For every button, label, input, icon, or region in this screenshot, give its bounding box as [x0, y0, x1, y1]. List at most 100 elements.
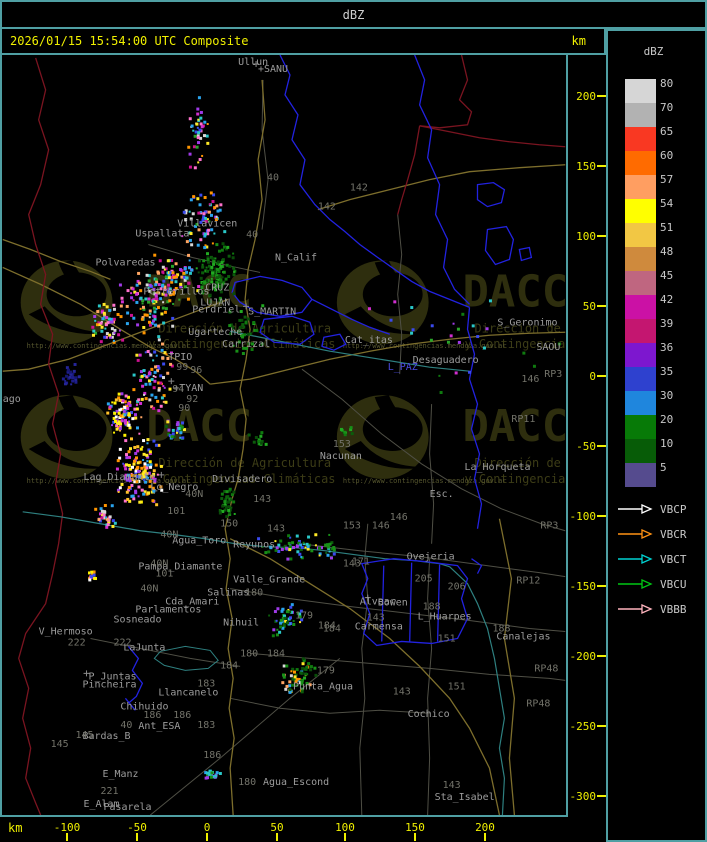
river-blue — [415, 55, 470, 304]
place-label: Reyunos — [233, 540, 275, 551]
place-label: Ant_ESA — [138, 721, 180, 732]
dbz-swatch — [625, 247, 656, 271]
place-label: E_Manz — [102, 769, 138, 780]
vector-label: VBCR — [660, 528, 687, 541]
road-number-label: 143 — [443, 780, 461, 791]
road-minor — [428, 559, 432, 815]
road-number-label: 153 — [343, 521, 361, 532]
y-tick-mark — [597, 515, 606, 517]
road-number-label: RP3 — [544, 369, 562, 380]
road-number-label: 221 — [100, 786, 118, 797]
road-number-label: 40N — [140, 584, 158, 595]
watermark-line1: Dirección de Agricultura — [158, 456, 331, 470]
province-border — [420, 126, 566, 147]
dbz-value-label: 45 — [660, 269, 673, 282]
road-number-label: 146 — [521, 374, 539, 385]
road-number-label: 143 — [253, 494, 271, 505]
dbz-swatch — [625, 175, 656, 199]
vector-arrowhead-icon — [642, 530, 651, 538]
y-tick-label: 50 — [583, 300, 596, 313]
radar-vector-row: VBBB — [618, 603, 687, 616]
province-border — [398, 126, 420, 215]
place-label: L_Huarpes — [418, 612, 472, 623]
dbz-swatch — [625, 391, 656, 415]
place-label: Ovejeria — [407, 552, 455, 563]
place-label: Potrerillos — [143, 286, 209, 297]
radar-app-window: dBZ 2026/01/15 15:54:00 UTC Composite km… — [0, 0, 707, 842]
place-label: Sta_Isabel — [435, 792, 495, 803]
road-minor — [230, 698, 429, 713]
vector-arrowhead-icon — [642, 505, 651, 513]
y-axis-unit-label: km — [572, 34, 586, 48]
road-number-label: 146 — [390, 512, 408, 523]
place-label: Divisadero — [212, 474, 272, 485]
place-label: S_MARTIN — [248, 306, 296, 317]
dbz-swatch — [625, 271, 656, 295]
y-tick-mark — [597, 95, 606, 97]
road-number-label: 101 — [167, 506, 185, 517]
y-tick-mark — [597, 375, 606, 377]
x-axis: km -100-50050100150200 — [0, 817, 606, 842]
x-tick-mark — [344, 833, 346, 841]
road-number-label: 146 — [372, 521, 390, 532]
road-number-label: RP3 — [540, 521, 558, 532]
vector-legend: VBCPVBCRVBCTVBCUVBBB — [612, 497, 707, 637]
road-number-label: RP48 — [526, 698, 550, 709]
road-number-label: 40 — [246, 230, 258, 241]
place-label: Desaguadero — [413, 355, 479, 366]
place-label: Cochico — [408, 709, 450, 720]
place-label: S_Geronimo — [497, 317, 557, 328]
timestamp-label: 2026/01/15 15:54:00 UTC Composite — [10, 34, 248, 48]
road-number-label: RP12 — [516, 576, 540, 587]
dbz-swatch — [625, 127, 656, 151]
road-number-label: 180 — [238, 777, 256, 788]
y-tick-mark — [597, 235, 606, 237]
y-tick-mark — [597, 585, 606, 587]
y-tick-mark — [597, 445, 606, 447]
road-number-label: 142 — [350, 183, 368, 194]
echo-cluster — [62, 363, 81, 385]
dbz-value-label: 39 — [660, 317, 673, 330]
place-label: Lag_Diamante — [84, 472, 156, 483]
place-label: Ugarteche — [188, 327, 242, 338]
dbz-swatch — [625, 367, 656, 391]
echo-cluster — [94, 504, 117, 529]
place-label: +SANU — [258, 64, 288, 75]
echo-cluster — [187, 96, 209, 169]
road-number-label: RP48 — [534, 663, 558, 674]
radar-vector-row: VBCP — [618, 503, 687, 516]
title-bar: dBZ — [0, 0, 707, 29]
vector-arrowhead-icon — [642, 605, 651, 613]
y-tick-label: -150 — [570, 580, 597, 593]
place-label: Punta_Agua — [293, 681, 353, 692]
dbz-value-label: 20 — [660, 413, 673, 426]
road-number-label: 151 — [448, 681, 466, 692]
road-number-label: 205 — [415, 574, 433, 585]
dbz-value-label: 54 — [660, 197, 673, 210]
vector-label: VBBB — [660, 603, 687, 616]
x-tick-mark — [206, 833, 208, 841]
x-tick-mark — [414, 833, 416, 841]
dbz-swatch — [625, 415, 656, 439]
place-label: Agua_Escond — [263, 777, 329, 788]
road-number-label: 186 — [173, 710, 191, 721]
place-label: Uspallata — [135, 229, 189, 240]
road-number-label: 99 — [176, 362, 188, 373]
road-number-label: 171 — [352, 557, 370, 568]
dbz-value-label: 57 — [660, 173, 673, 186]
vector-label: VBCT — [660, 553, 687, 566]
y-axis: 200150100500-50-100-150-200-250-300 — [568, 55, 606, 817]
road-number-label: 40N — [185, 489, 203, 500]
road-number-label: 184 — [220, 660, 238, 671]
place-label: Perdriel — [192, 304, 240, 315]
road-minor — [430, 404, 434, 544]
road-number-label: 90 — [178, 403, 190, 414]
road-minor — [262, 80, 268, 230]
province-border — [420, 55, 472, 128]
road-number-label: 183 — [197, 720, 215, 731]
dbz-swatch — [625, 79, 656, 103]
road-number-label: 183 — [197, 678, 215, 689]
dbz-swatch — [625, 223, 656, 247]
place-label: Sosneado — [113, 615, 161, 626]
echo-cluster — [219, 488, 236, 518]
